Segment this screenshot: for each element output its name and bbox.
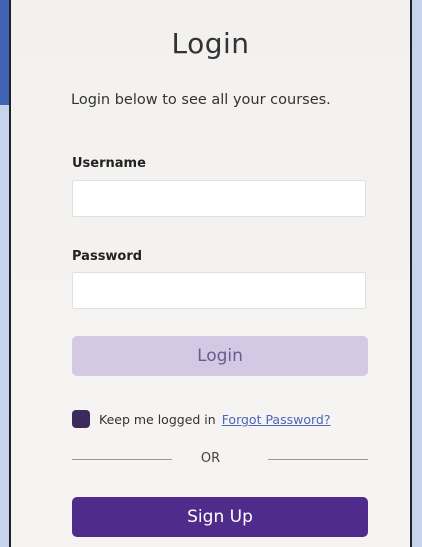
password-field[interactable] bbox=[72, 272, 366, 309]
password-label: Password bbox=[72, 249, 143, 264]
sign-up-button[interactable]: Sign Up bbox=[72, 497, 368, 537]
window-accent-strip bbox=[0, 0, 9, 105]
username-field[interactable] bbox=[72, 180, 366, 217]
keep-logged-in-label[interactable]: Keep me logged in bbox=[99, 412, 216, 427]
forgot-password-link[interactable]: Forgot Password? bbox=[222, 412, 331, 427]
divider-right bbox=[268, 459, 368, 460]
username-label: Username bbox=[72, 156, 146, 171]
login-button[interactable]: Login bbox=[72, 336, 368, 376]
keep-logged-in-row: Keep me logged in Forgot Password? bbox=[72, 409, 330, 429]
page-subtitle: Login below to see all your courses. bbox=[71, 92, 331, 108]
login-panel: Login Login below to see all your course… bbox=[9, 0, 412, 547]
checkbox-checked-icon[interactable] bbox=[72, 410, 90, 428]
page-title: Login bbox=[171, 27, 250, 60]
window-frame: Login Login below to see all your course… bbox=[0, 0, 422, 547]
